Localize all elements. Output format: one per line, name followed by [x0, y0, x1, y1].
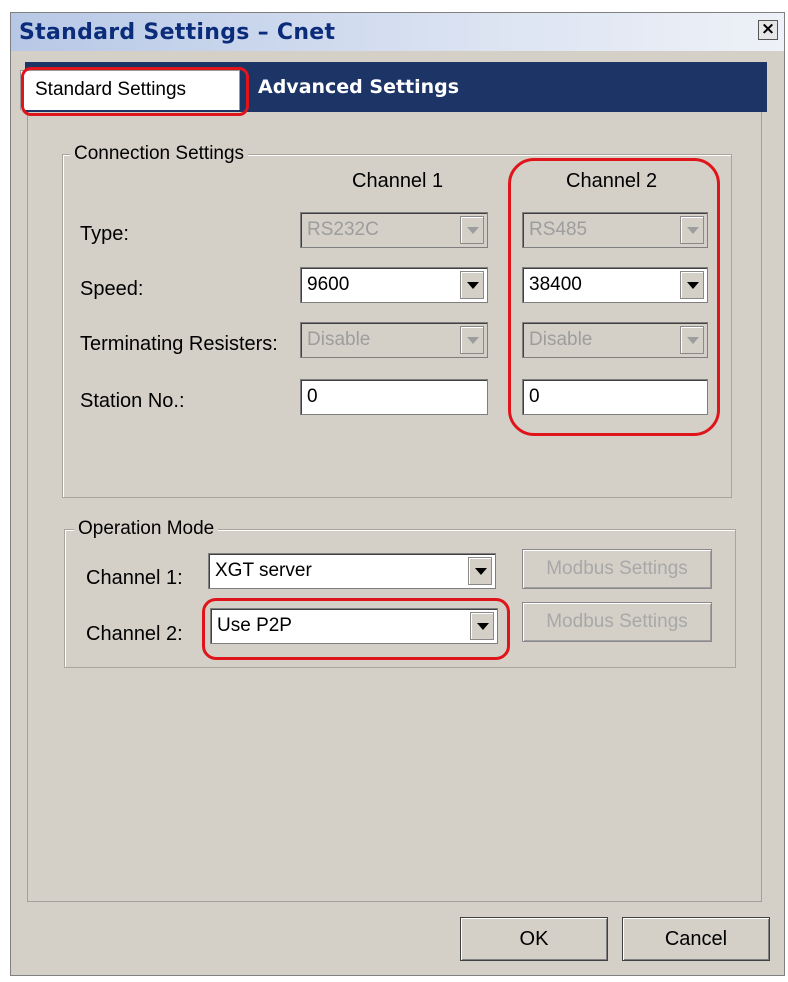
tab-advanced-settings[interactable]: Advanced Settings — [258, 76, 459, 98]
type-label: Type: — [80, 223, 129, 245]
window-title: Standard Settings – Cnet — [19, 20, 336, 45]
cancel-button[interactable]: Cancel — [622, 917, 770, 961]
channel-1-modbus-settings-button[interactable]: Modbus Settings — [522, 549, 712, 589]
channel-2-speed-select[interactable]: 38400 — [522, 267, 708, 303]
chevron-down-icon — [468, 557, 492, 585]
op-channel-1-mode-select[interactable]: XGT server — [208, 553, 496, 589]
chevron-down-icon — [470, 612, 494, 640]
channel-1-station-input[interactable]: 0 — [300, 379, 488, 415]
channel-2-speed-value: 38400 — [529, 274, 582, 295]
tab-standard-settings-label: Standard Settings — [35, 79, 187, 100]
ok-button[interactable]: OK — [460, 917, 608, 961]
channel-2-type-value: RS485 — [529, 219, 588, 240]
channel-1-type-value: RS232C — [307, 219, 379, 240]
channel-1-terminating-value: Disable — [307, 329, 371, 350]
channel-2-header: Channel 2 — [566, 170, 658, 192]
op-channel-2-label: Channel 2: — [86, 623, 183, 645]
channel-2-station-value: 0 — [529, 386, 540, 407]
channel-2-terminating-select[interactable]: Disable — [522, 322, 708, 358]
channel-2-modbus-settings-button[interactable]: Modbus Settings — [522, 602, 712, 642]
op-channel-2-mode-value: Use P2P — [217, 615, 292, 636]
channel-2-type-select[interactable]: RS485 — [522, 212, 708, 248]
chevron-down-icon — [460, 271, 484, 299]
chevron-down-icon — [680, 216, 704, 244]
op-channel-2-mode-select[interactable]: Use P2P — [210, 608, 498, 644]
channel-1-speed-select[interactable]: 9600 — [300, 267, 488, 303]
tab-standard-settings[interactable]: Standard Settings — [20, 70, 240, 110]
chevron-down-icon — [460, 326, 484, 354]
chevron-down-icon — [460, 216, 484, 244]
channel-2-terminating-value: Disable — [529, 329, 593, 350]
operation-mode-legend: Operation Mode — [74, 518, 219, 540]
connection-settings-legend: Connection Settings — [70, 143, 249, 165]
channel-1-terminating-select[interactable]: Disable — [300, 322, 488, 358]
title-bar[interactable]: Standard Settings – Cnet × — [11, 13, 784, 51]
op-channel-1-label: Channel 1: — [86, 567, 183, 589]
terminating-resisters-label: Terminating Resisters: — [80, 333, 278, 355]
op-channel-1-mode-value: XGT server — [215, 560, 312, 581]
channel-1-speed-value: 9600 — [307, 274, 350, 295]
channel-1-type-select[interactable]: RS232C — [300, 212, 488, 248]
station-no-label: Station No.: — [80, 390, 185, 412]
chevron-down-icon — [680, 326, 704, 354]
close-button[interactable]: × — [758, 20, 778, 40]
channel-1-header: Channel 1 — [352, 170, 444, 192]
chevron-down-icon — [680, 271, 704, 299]
channel-2-station-input[interactable]: 0 — [522, 379, 708, 415]
speed-label: Speed: — [80, 278, 144, 300]
channel-1-station-value: 0 — [307, 386, 318, 407]
